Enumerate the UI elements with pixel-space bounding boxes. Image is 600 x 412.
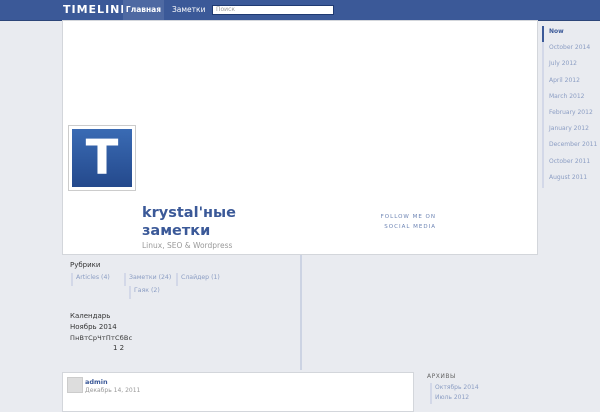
timeline-item[interactable]: October 2014 xyxy=(542,42,600,59)
timeline-item[interactable]: December 2011 xyxy=(542,139,600,156)
author-avatar[interactable] xyxy=(67,377,83,393)
nav-item-home[interactable]: Главная xyxy=(123,0,164,20)
archive-link[interactable]: Июль 2012 xyxy=(430,393,469,404)
category-link[interactable]: Слайдер (1) xyxy=(176,273,220,286)
timeline-item[interactable]: July 2012 xyxy=(542,58,600,75)
timeline-item-now[interactable]: Now xyxy=(542,26,600,43)
follow-social-label: FOLLOW ME ON SOCIAL MEDIA xyxy=(380,214,436,230)
category-link[interactable]: Articles (4) xyxy=(71,273,110,286)
post-date[interactable]: Декабрь 14, 2011 xyxy=(85,387,140,394)
post-card: admin Декабрь 14, 2011 xyxy=(62,372,414,412)
avatar-letter: T xyxy=(72,129,132,187)
calendar-weekdays: ПнВтСрЧтПтСбВс xyxy=(70,334,133,342)
timeline-item[interactable]: January 2012 xyxy=(542,123,600,140)
timeline-item[interactable]: March 2012 xyxy=(542,90,600,107)
archives-title: АРХИВЫ xyxy=(427,373,456,380)
timeline-spine xyxy=(300,255,302,370)
calendar-month: Ноябрь 2014 xyxy=(70,323,117,331)
timeline-nav: Now October 2014 July 2012 April 2012 Ma… xyxy=(542,26,600,188)
top-navigation-bar: TIMELINE Главная Заметки Поиск xyxy=(0,0,600,21)
profile-avatar[interactable]: T xyxy=(68,125,136,191)
calendar-days: 1 2 xyxy=(113,344,125,352)
site-logo[interactable]: TIMELINE xyxy=(63,3,129,16)
categories-title: Рубрики xyxy=(70,261,101,269)
category-link[interactable]: Заметки (24) xyxy=(124,273,171,286)
timeline-item[interactable]: August 2011 xyxy=(542,171,600,188)
nav-item-notes[interactable]: Заметки xyxy=(172,0,205,20)
category-link[interactable]: Гаяк (2) xyxy=(129,286,160,299)
site-title[interactable]: krystal'ные заметки xyxy=(142,204,262,240)
timeline-item[interactable]: April 2012 xyxy=(542,74,600,91)
search-input[interactable]: Поиск xyxy=(212,5,334,15)
timeline-item[interactable]: February 2012 xyxy=(542,106,600,124)
timeline-item[interactable]: October 2011 xyxy=(542,155,600,172)
site-description: Linux, SEO & Wordpress xyxy=(142,241,233,250)
post-author[interactable]: admin xyxy=(85,378,108,386)
calendar-title: Календарь xyxy=(70,312,111,320)
